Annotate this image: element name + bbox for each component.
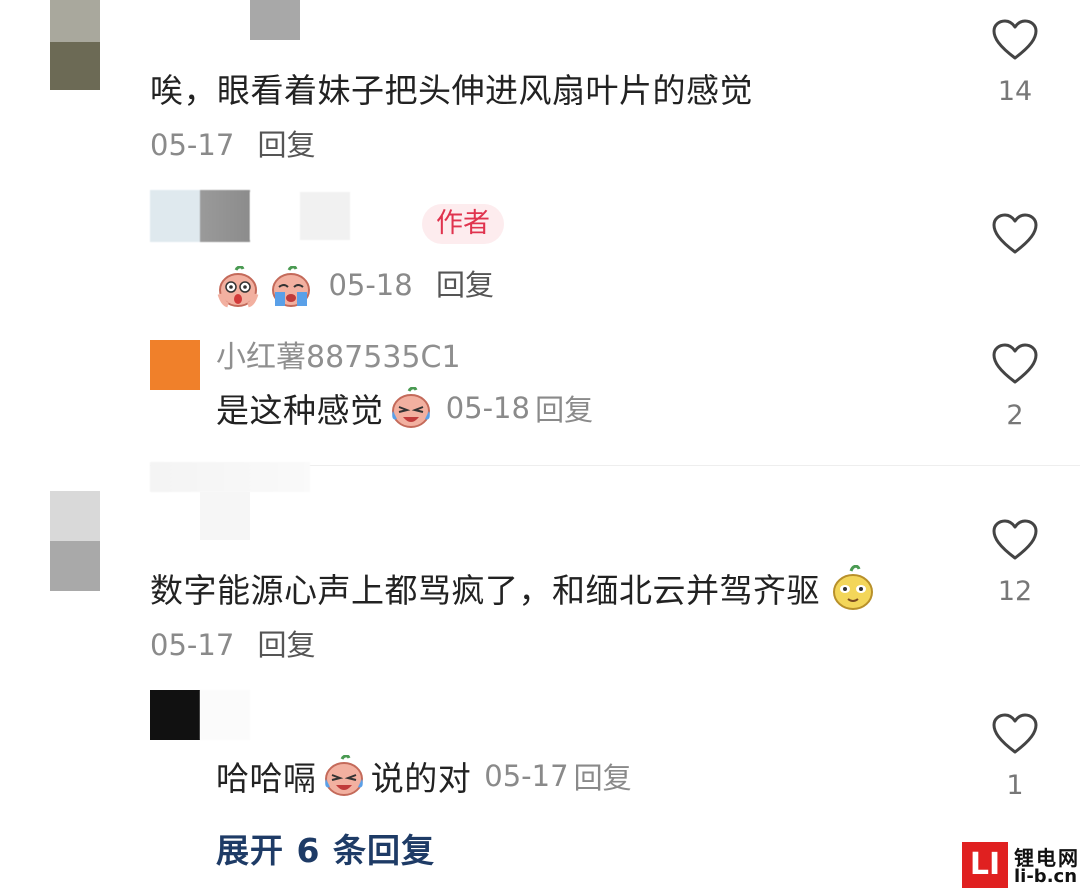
reply-date: 05-18: [328, 268, 413, 302]
watermark-logo: LI: [962, 842, 1008, 888]
expand-replies-link[interactable]: 展开 6 条回复: [216, 824, 435, 872]
scream-emoji-icon: [217, 266, 259, 308]
comment-meta: 05-17 回复: [150, 122, 316, 164]
avatar[interactable]: [150, 190, 250, 242]
reply-button[interactable]: 回复: [258, 628, 316, 662]
author-badge: 作者: [422, 204, 504, 244]
reply-date: 05-18: [445, 391, 530, 425]
reply-body: 哈哈嗝 说的对 05-17 回复: [216, 752, 632, 800]
heart-icon[interactable]: [991, 18, 1039, 62]
comment-date: 05-17: [150, 128, 235, 162]
avatar[interactable]: [50, 491, 100, 591]
comment-text: 数字能源心声上都骂疯了，和缅北云并驾齐驱: [150, 571, 820, 610]
heart-icon[interactable]: [991, 342, 1039, 386]
reply-button[interactable]: 回复: [574, 761, 632, 795]
reply-button[interactable]: 回复: [535, 393, 593, 427]
reply-button[interactable]: 回复: [436, 268, 494, 302]
username-redacted[interactable]: [250, 192, 400, 240]
reply-button[interactable]: 回复: [258, 128, 316, 162]
heart-icon[interactable]: [991, 518, 1039, 562]
laugh-cry-emoji-icon: [324, 755, 363, 796]
like-count: 2: [1006, 400, 1024, 431]
reply-date: 05-17: [484, 759, 569, 793]
reply-text: 是这种感觉: [216, 391, 384, 430]
avatar[interactable]: [50, 0, 100, 90]
reply-username[interactable]: 小红薯887535C1: [216, 332, 461, 376]
reply-body: 是这种感觉 05-18 回复: [216, 384, 593, 432]
comment-date: 05-17: [150, 628, 235, 662]
reply-meta: 05-18 回复: [216, 262, 494, 308]
username-redacted[interactable]: [150, 462, 310, 492]
sly-emoji-icon: [833, 565, 873, 610]
comment-text: 唉，眼看着妹子把头伸进风扇叶片的感觉: [150, 71, 753, 110]
like-count: 14: [997, 76, 1033, 107]
heart-icon[interactable]: [991, 712, 1039, 756]
comment-meta: 05-17 回复: [150, 622, 316, 664]
username-redacted[interactable]: [200, 690, 250, 740]
crying-emoji-icon: [272, 266, 311, 307]
reply-text-end: 说的对: [370, 759, 472, 798]
username-redacted[interactable]: [200, 492, 250, 540]
laugh-cry-emoji-icon: [391, 387, 430, 428]
like-count: 12: [997, 576, 1033, 607]
comment-body: 数字能源心声上都骂疯了，和缅北云并驾齐驱: [150, 564, 875, 612]
heart-icon[interactable]: [991, 212, 1039, 256]
avatar[interactable]: [150, 340, 200, 390]
reply-text-start: 哈哈嗝: [216, 759, 317, 798]
like-count: 1: [1006, 770, 1024, 801]
avatar[interactable]: [150, 690, 200, 740]
username-redacted[interactable]: [250, 0, 300, 40]
watermark-domain: li-b.cn: [1014, 866, 1078, 887]
